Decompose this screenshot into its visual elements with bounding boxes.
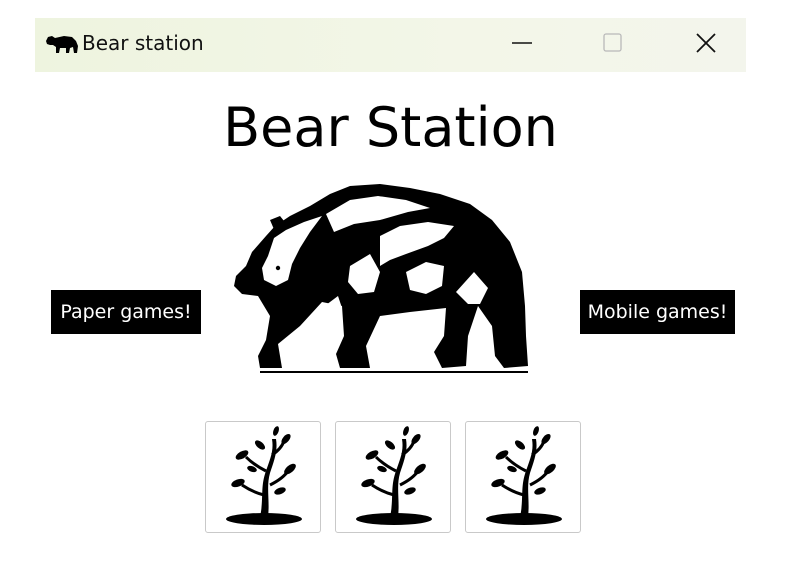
minimize-icon [511,32,533,58]
tile-button-2[interactable] [335,421,451,533]
bear-illustration [230,176,530,376]
bear-icon [44,32,80,56]
close-button[interactable] [676,18,736,72]
page-title: Bear Station [223,96,558,159]
game-tiles [205,421,581,533]
tile-button-3[interactable] [465,421,581,533]
minimize-button[interactable] [492,18,552,72]
title-bar[interactable]: Bear station [35,18,746,72]
tile-button-1[interactable] [205,421,321,533]
mobile-games-button[interactable]: Mobile games! [580,290,735,334]
app-window: Bear station Bear Station Paper games! M… [35,18,746,548]
close-icon [694,31,718,59]
maximize-icon [602,32,624,58]
paper-games-button[interactable]: Paper games! [51,290,201,334]
desktop: Bear station Bear Station Paper games! M… [0,0,794,567]
maximize-button[interactable] [583,18,643,72]
tree-icon [350,425,436,529]
tree-icon [480,425,566,529]
window-title: Bear station [82,31,204,55]
tree-icon [220,425,306,529]
